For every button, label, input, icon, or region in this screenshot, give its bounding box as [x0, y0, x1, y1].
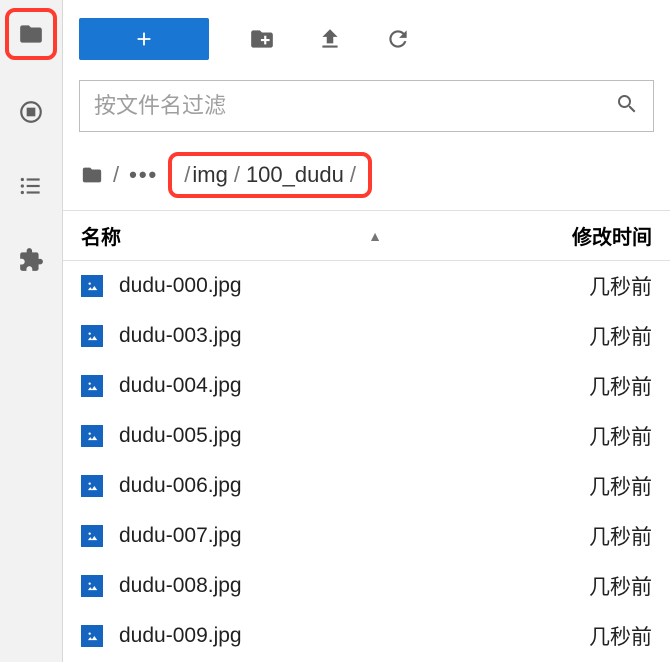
file-name: dudu-006.jpg — [119, 474, 522, 498]
main-panel: / ••• / img / 100_dudu / 名称 ▲ 修改时间 dudu-… — [63, 0, 670, 662]
file-modified: 几秒前 — [522, 321, 652, 351]
file-row[interactable]: dudu-005.jpg 几秒前 — [63, 411, 670, 461]
breadcrumb-segment-img[interactable]: img — [192, 162, 227, 188]
sort-indicator-icon: ▲ — [368, 228, 382, 244]
image-file-icon — [81, 475, 103, 497]
image-file-icon — [81, 325, 103, 347]
table-header: 名称 ▲ 修改时间 — [63, 210, 670, 261]
list-icon — [18, 173, 44, 199]
file-row[interactable]: dudu-004.jpg 几秒前 — [63, 361, 670, 411]
breadcrumb-sep: / — [113, 162, 119, 188]
breadcrumb: / ••• / img / 100_dudu / — [63, 136, 670, 210]
column-header-name[interactable]: 名称 ▲ — [81, 221, 522, 250]
new-button[interactable] — [79, 18, 209, 60]
toolbar — [63, 0, 670, 72]
breadcrumb-current-path: / img / 100_dudu / — [168, 152, 372, 198]
file-row[interactable]: dudu-003.jpg 几秒前 — [63, 311, 670, 361]
filter-box[interactable] — [79, 80, 654, 132]
folder-plus-icon — [249, 26, 275, 52]
sidebar-item-files[interactable] — [5, 8, 57, 60]
file-row[interactable]: dudu-006.jpg 几秒前 — [63, 461, 670, 511]
file-row[interactable]: dudu-009.jpg 几秒前 — [63, 611, 670, 661]
plus-icon — [133, 28, 155, 50]
image-file-icon — [81, 375, 103, 397]
file-modified: 几秒前 — [522, 371, 652, 401]
column-name-label: 名称 — [81, 221, 121, 250]
file-name: dudu-004.jpg — [119, 374, 522, 398]
refresh-button[interactable] — [383, 24, 413, 54]
file-modified: 几秒前 — [522, 471, 652, 501]
stop-circle-icon — [18, 99, 44, 125]
image-file-icon — [81, 425, 103, 447]
folder-icon — [81, 164, 103, 186]
file-name: dudu-009.jpg — [119, 624, 522, 648]
file-list: dudu-000.jpg 几秒前 dudu-003.jpg 几秒前 dudu-0… — [63, 261, 670, 662]
file-modified: 几秒前 — [522, 571, 652, 601]
file-row[interactable]: dudu-007.jpg 几秒前 — [63, 511, 670, 561]
sidebar-item-running[interactable] — [9, 90, 53, 134]
file-modified: 几秒前 — [522, 621, 652, 651]
refresh-icon — [385, 26, 411, 52]
image-file-icon — [81, 275, 103, 297]
file-name: dudu-000.jpg — [119, 274, 522, 298]
file-modified: 几秒前 — [522, 271, 652, 301]
file-modified: 几秒前 — [522, 421, 652, 451]
file-name: dudu-007.jpg — [119, 524, 522, 548]
folder-icon — [18, 21, 44, 47]
image-file-icon — [81, 625, 103, 647]
file-modified: 几秒前 — [522, 521, 652, 551]
filter-input[interactable] — [94, 93, 607, 119]
sidebar-item-extensions[interactable] — [9, 238, 53, 282]
file-name: dudu-005.jpg — [119, 424, 522, 448]
extension-icon — [18, 247, 44, 273]
breadcrumb-ellipsis[interactable]: ••• — [129, 162, 158, 188]
image-file-icon — [81, 525, 103, 547]
sidebar-item-commands[interactable] — [9, 164, 53, 208]
upload-button[interactable] — [315, 24, 345, 54]
image-file-icon — [81, 575, 103, 597]
breadcrumb-root-folder[interactable] — [81, 164, 103, 186]
upload-icon — [317, 26, 343, 52]
file-row[interactable]: dudu-008.jpg 几秒前 — [63, 561, 670, 611]
sidebar — [0, 0, 63, 662]
breadcrumb-sep: / — [184, 162, 190, 188]
column-header-modified[interactable]: 修改时间 — [522, 221, 652, 250]
search-icon — [615, 92, 639, 121]
file-row[interactable]: dudu-000.jpg 几秒前 — [63, 261, 670, 311]
breadcrumb-segment-dudu[interactable]: 100_dudu — [246, 162, 344, 188]
file-name: dudu-008.jpg — [119, 574, 522, 598]
file-name: dudu-003.jpg — [119, 324, 522, 348]
new-folder-button[interactable] — [247, 24, 277, 54]
breadcrumb-sep: / — [350, 162, 356, 188]
filter-container — [63, 72, 670, 136]
breadcrumb-sep: / — [234, 162, 240, 188]
